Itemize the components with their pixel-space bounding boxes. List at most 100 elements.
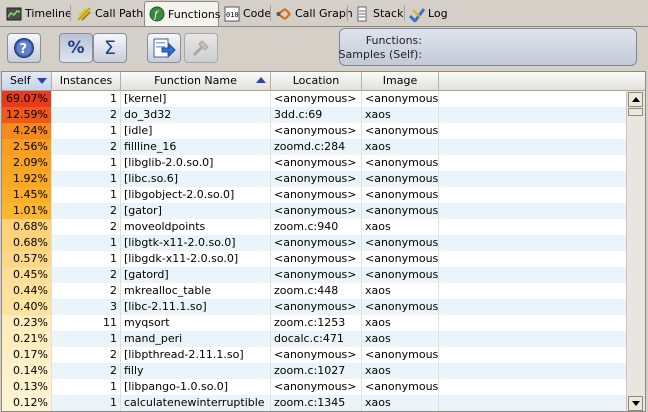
function-name-cell: calculatenewinterruptible [121, 395, 271, 411]
tab-log[interactable]: Log [405, 2, 448, 25]
image-cell: xaos [362, 107, 439, 123]
self-cell: 69.07% [2, 91, 52, 107]
function-name-cell: [libglib-2.0.so.0] [121, 155, 271, 171]
instances-cell: 1 [52, 235, 121, 251]
table-row[interactable]: 0.21% 1 mand_peri docalc.c:471 xaos [2, 331, 626, 347]
instances-cell: 2 [52, 107, 121, 123]
export-icon [153, 38, 176, 58]
location-cell: zoomd.c:284 [271, 139, 362, 155]
column-header-instances[interactable]: Instances [52, 72, 121, 90]
location-cell: <anonymous> [271, 347, 362, 363]
export-button[interactable] [147, 33, 181, 63]
table-row[interactable]: 12.59% 2 do_3d32 3dd.c:69 xaos [2, 107, 626, 123]
table-row[interactable]: 0.14% 2 filly zoom.c:1027 xaos [2, 363, 626, 379]
table-row[interactable]: 0.23% 11 myqsort zoom.c:1253 xaos [2, 315, 626, 331]
function-name-cell: mkrealloc_table [121, 283, 271, 299]
table-row[interactable]: 4.24%1[idle]<anonymous><anonymous> [2, 123, 626, 139]
scroll-down-button[interactable] [628, 396, 643, 411]
instances-cell: 1 [52, 395, 121, 411]
self-cell: 0.17% [2, 347, 52, 363]
self-cell: 0.68% [2, 235, 52, 251]
function-name-cell: [libgtk-x11-2.0.so.0] [121, 235, 271, 251]
help-icon: ? [14, 38, 34, 58]
table-row[interactable]: 0.40% 3 [libc-2.11.1.so] <anonymous> <anonym… [2, 299, 626, 315]
table-row[interactable]: 1.92%1[libc.so.6]<anonymous><anonymous> [2, 171, 626, 187]
function-name-cell: mand_peri [121, 331, 271, 347]
tab-stack[interactable]: Stack [350, 2, 403, 25]
column-header-image[interactable]: Image [362, 72, 439, 90]
table-row[interactable]: 0.68% 2 moveoldpoints zoom.c:940 xaos [2, 219, 626, 235]
table-row[interactable]: 1.01%2[gator]<anonymous><anonymous> [2, 203, 626, 219]
self-cell: 0.44% [2, 283, 52, 299]
scrollbar-thumb[interactable] [628, 108, 643, 116]
image-cell: xaos [362, 283, 439, 299]
location-cell: <anonymous> [271, 267, 362, 283]
scroll-up-button[interactable] [628, 92, 643, 107]
self-cell: 1.45% [2, 187, 52, 203]
help-button[interactable]: ? [7, 33, 41, 63]
location-cell: zoom.c:1027 [271, 363, 362, 379]
tab-label: Code [243, 7, 272, 20]
image-cell: xaos [362, 331, 439, 347]
location-cell: <anonymous> [271, 187, 362, 203]
image-cell: <anonymous> [362, 235, 439, 251]
tab-call-paths[interactable]: Call Paths [72, 2, 149, 25]
table-body: 69.07%1[kernel]<anonymous><anonymous>12.… [2, 91, 626, 411]
table-row[interactable]: 0.12% 1 calculatenewinterruptible zoom.c:13… [2, 395, 626, 411]
function-name-cell: [gator] [121, 203, 271, 219]
self-cell: 2.09% [2, 155, 52, 171]
functions-icon: f [149, 6, 165, 22]
sum-toggle-button[interactable]: Σ [93, 33, 127, 63]
table-row[interactable]: 69.07%1[kernel]<anonymous><anonymous> [2, 91, 626, 107]
percent-toggle-button[interactable]: % [59, 33, 93, 63]
table-row[interactable]: 0.68% 1 [libgtk-x11-2.0.so.0] <anonymous> <a… [2, 235, 626, 251]
table-row[interactable]: 2.56% 2 fillline_16 zoomd.c:284 xaos [2, 139, 626, 155]
image-cell: xaos [362, 363, 439, 379]
self-cell: 0.21% [2, 331, 52, 347]
instances-cell: 2 [52, 267, 121, 283]
instances-cell: 3 [52, 299, 121, 315]
column-header-self[interactable]: Self [2, 72, 52, 90]
tools-icon [192, 40, 209, 57]
instances-cell: 1 [52, 187, 121, 203]
location-cell: zoom.c:1253 [271, 315, 362, 331]
functions-table: Self Instances Function Name Location Im… [1, 71, 646, 412]
image-cell: <anonymous> [362, 171, 439, 187]
tab-call-graph[interactable]: Call Graph [272, 2, 353, 25]
vertical-scrollbar[interactable] [626, 91, 645, 411]
tools-button[interactable] [184, 33, 218, 63]
image-cell: xaos [362, 139, 439, 155]
table-row[interactable]: 1.45% 1 [libgobject-2.0.so.0] <anonymous> <a… [2, 187, 626, 203]
tab-functions[interactable]: f Functions [144, 1, 221, 26]
self-cell: 0.68% [2, 219, 52, 235]
instances-cell: 1 [52, 331, 121, 347]
column-header-location[interactable]: Location [271, 72, 362, 90]
self-cell: 0.40% [2, 299, 52, 315]
function-name-cell: do_3d32 [121, 107, 271, 123]
svg-text:010: 010 [226, 11, 239, 19]
column-header-function-name[interactable]: Function Name [121, 72, 271, 90]
table-row[interactable]: 0.57% 1 [libgdk-x11-2.0.so.0] <anonymous> <a… [2, 251, 626, 267]
log-icon [408, 6, 426, 23]
instances-cell: 2 [52, 139, 121, 155]
table-row[interactable]: 0.13% 1 [libpango-1.0.so.0] <anonymous> <ano… [2, 379, 626, 395]
instances-cell: 2 [52, 363, 121, 379]
image-cell: <anonymous> [362, 203, 439, 219]
tab-code[interactable]: 010 Code [220, 2, 272, 25]
table-row[interactable]: 2.09% 1 [libglib-2.0.so.0] <anonymous> <anon… [2, 155, 626, 171]
instances-cell: 11 [52, 315, 121, 331]
summary-panel: Functions: Samples (Self): [339, 28, 637, 66]
location-cell: <anonymous> [271, 299, 362, 315]
location-cell: <anonymous> [271, 251, 362, 267]
self-cell: 1.01% [2, 203, 52, 219]
table-row[interactable]: 0.17% 2 [libpthread-2.11.1.so] <anonymous> <… [2, 347, 626, 363]
location-cell: <anonymous> [271, 203, 362, 219]
location-cell: <anonymous> [271, 123, 362, 139]
function-name-cell: [kernel] [121, 91, 271, 107]
table-row[interactable]: 0.45%2[gatord]<anonymous><anonymous> [2, 267, 626, 283]
percent-label: % [67, 38, 85, 58]
function-name-cell: [libpango-1.0.so.0] [121, 379, 271, 395]
location-cell: zoom.c:448 [271, 283, 362, 299]
table-row[interactable]: 0.44% 2 mkrealloc_table zoom.c:448 xaos [2, 283, 626, 299]
tab-timeline[interactable]: Timeline [2, 2, 72, 25]
